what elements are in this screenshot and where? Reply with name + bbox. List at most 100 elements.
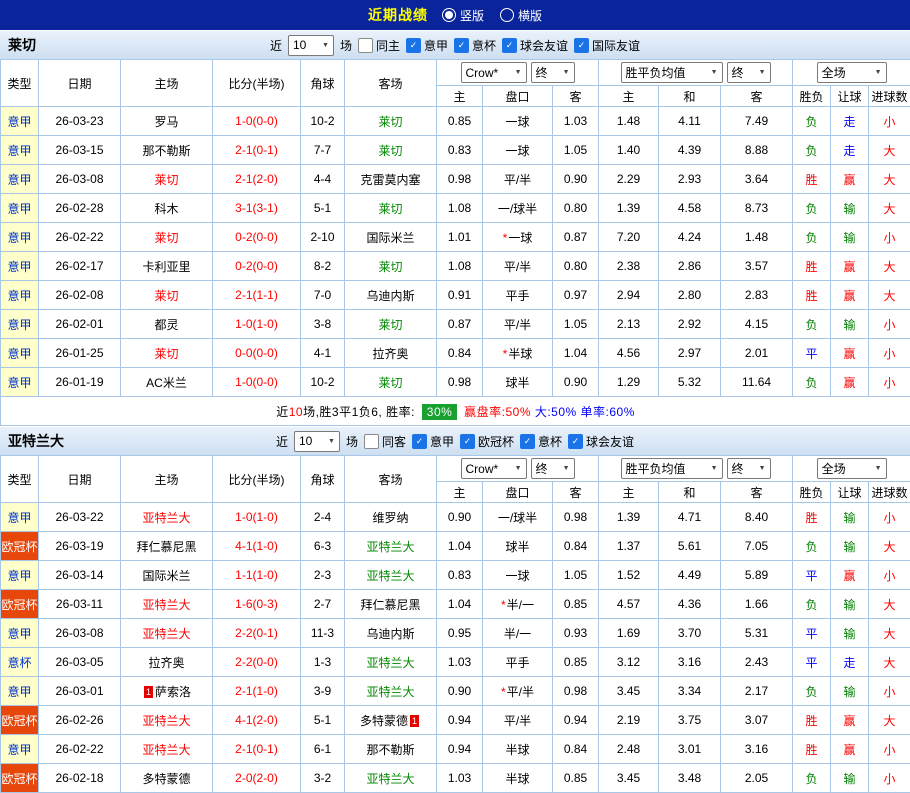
away-team-name: 多特蒙德 bbox=[360, 714, 408, 728]
handicap-name: 半/一 bbox=[504, 627, 531, 641]
checkbox-unchecked-icon[interactable] bbox=[364, 434, 379, 449]
checkbox-checked-icon[interactable]: ✓ bbox=[406, 38, 421, 53]
filter-checkbox[interactable]: 同主 bbox=[358, 37, 400, 54]
europe-draw-odds: 2.80 bbox=[659, 281, 721, 310]
sub-col-header: 进球数 bbox=[869, 86, 910, 107]
away-team-cell: 亚特兰大 bbox=[345, 648, 437, 677]
match-count-select[interactable]: 10▼ bbox=[288, 35, 334, 56]
checkbox-checked-icon[interactable]: ✓ bbox=[502, 38, 517, 53]
handicap-name: 一球 bbox=[505, 115, 529, 129]
asia-away-odds: 0.98 bbox=[553, 677, 599, 706]
filter-checkbox[interactable]: 同客 bbox=[364, 433, 406, 450]
chevron-down-icon: ▼ bbox=[515, 69, 522, 76]
europe-draw-odds: 3.70 bbox=[659, 619, 721, 648]
europe-home-odds: 1.40 bbox=[599, 136, 659, 165]
score-cell: 2-0(2-0) bbox=[213, 764, 301, 793]
match-count-select[interactable]: 10▼ bbox=[294, 431, 340, 452]
handicap-result: 输 bbox=[831, 223, 869, 252]
home-team-name: 亚特兰大 bbox=[142, 511, 190, 525]
chevron-down-icon: ▼ bbox=[563, 465, 570, 472]
checkbox-checked-icon[interactable]: ✓ bbox=[568, 434, 583, 449]
handicap-name: 球半 bbox=[505, 376, 529, 390]
score-cell: 1-0(1-0) bbox=[213, 503, 301, 532]
corners-cell: 8-2 bbox=[301, 252, 345, 281]
match-scope-select[interactable]: 全场▼ bbox=[817, 62, 887, 83]
layout-radio-option[interactable]: 横版 bbox=[500, 7, 542, 24]
match-date: 26-02-08 bbox=[39, 281, 121, 310]
filter-checkbox[interactable]: ✓意甲 bbox=[406, 37, 448, 54]
handicap-cell: 平/半 bbox=[483, 252, 553, 281]
handicap-name: 平手 bbox=[505, 289, 529, 303]
handicap-result: 输 bbox=[831, 619, 869, 648]
handicap-name: 一球 bbox=[505, 569, 529, 583]
filter-checkbox[interactable]: ✓国际友谊 bbox=[574, 37, 640, 54]
col-header: 角球 bbox=[301, 456, 345, 503]
away-team-name: 莱切 bbox=[378, 115, 402, 129]
checkbox-label: 意甲 bbox=[424, 37, 448, 54]
away-team-name: 亚特兰大 bbox=[366, 540, 414, 554]
filter-checkbox[interactable]: ✓球会友谊 bbox=[568, 433, 634, 450]
home-team-cell: 莱切 bbox=[121, 223, 213, 252]
handicap-result: 输 bbox=[831, 532, 869, 561]
away-team-name: 拜仁慕尼黑 bbox=[360, 598, 420, 612]
handicap-name: 平/半 bbox=[504, 318, 531, 332]
checkbox-unchecked-icon[interactable] bbox=[358, 38, 373, 53]
favourite-star: * bbox=[503, 231, 508, 245]
odds-company-select[interactable]: Crow*▼ bbox=[461, 62, 527, 83]
page-title: 近期战绩 bbox=[368, 5, 428, 25]
match-row: 意甲26-02-22莱切0-2(0-0)2-10国际米兰1.01*一球0.877… bbox=[1, 223, 910, 252]
filter-checkbox[interactable]: ✓意杯 bbox=[520, 433, 562, 450]
europe-draw-odds: 4.36 bbox=[659, 590, 721, 619]
europe-away-odds: 2.83 bbox=[721, 281, 793, 310]
handicap-cell: 平/半 bbox=[483, 165, 553, 194]
filter-checkbox[interactable]: ✓欧冠杯 bbox=[460, 433, 514, 450]
match-date: 26-03-05 bbox=[39, 648, 121, 677]
europe-home-odds: 2.13 bbox=[599, 310, 659, 339]
odds-time-select[interactable]: 终▼ bbox=[531, 62, 575, 83]
filter-checkbox[interactable]: ✓球会友谊 bbox=[502, 37, 568, 54]
checkbox-checked-icon[interactable]: ✓ bbox=[460, 434, 475, 449]
col-header: 客场 bbox=[345, 60, 437, 107]
checkbox-checked-icon[interactable]: ✓ bbox=[412, 434, 427, 449]
match-result: 负 bbox=[793, 677, 831, 706]
away-team-cell: 亚特兰大 bbox=[345, 764, 437, 793]
asia-away-odds: 0.93 bbox=[553, 619, 599, 648]
score-cell: 0-2(0-0) bbox=[213, 252, 301, 281]
odds-company-select[interactable]: Crow*▼ bbox=[461, 458, 527, 479]
layout-radio-selected[interactable]: 竖版 bbox=[442, 7, 484, 24]
odds-time-select[interactable]: 终▼ bbox=[531, 458, 575, 479]
europe-draw-odds: 3.34 bbox=[659, 677, 721, 706]
filter-checkbox[interactable]: ✓意甲 bbox=[412, 433, 454, 450]
checkbox-checked-icon[interactable]: ✓ bbox=[574, 38, 589, 53]
match-scope-select[interactable]: 全场▼ bbox=[817, 458, 887, 479]
sub-col-header: 进球数 bbox=[869, 482, 910, 503]
away-team-cell: 维罗纳 bbox=[345, 503, 437, 532]
checkbox-checked-icon[interactable]: ✓ bbox=[454, 38, 469, 53]
europe-away-odds: 3.07 bbox=[721, 706, 793, 735]
match-row: 意甲26-03-011萨索洛2-1(1-0)3-9亚特兰大0.90*平/半0.9… bbox=[1, 677, 910, 706]
europe-odds-group-header: 胜平负均值▼终▼ bbox=[599, 456, 793, 482]
filter-checkbox[interactable]: ✓意杯 bbox=[454, 37, 496, 54]
score-cell: 2-1(1-1) bbox=[213, 281, 301, 310]
europe-odds-select[interactable]: 胜平负均值▼ bbox=[621, 458, 723, 479]
home-team-cell: 科木 bbox=[121, 194, 213, 223]
europe-away-odds: 7.05 bbox=[721, 532, 793, 561]
away-team-name: 国际米兰 bbox=[366, 231, 414, 245]
col-header: 类型 bbox=[1, 60, 39, 107]
results-table: 类型日期主场比分(半场)角球客场Crow*▼终▼胜平负均值▼终▼全场▼主盘口客主… bbox=[0, 59, 910, 426]
home-team-name: 多特蒙德 bbox=[142, 772, 190, 786]
handicap-result: 输 bbox=[831, 310, 869, 339]
checkbox-checked-icon[interactable]: ✓ bbox=[520, 434, 535, 449]
single-rate: 单率:60% bbox=[577, 405, 635, 419]
col-header: 客场 bbox=[345, 456, 437, 503]
home-team-cell: 都灵 bbox=[121, 310, 213, 339]
europe-odds-select[interactable]: 胜平负均值▼ bbox=[621, 62, 723, 83]
league-badge: 欧冠杯 bbox=[1, 590, 39, 619]
favourite-star: * bbox=[503, 347, 508, 361]
europe-time-select[interactable]: 终▼ bbox=[727, 62, 771, 83]
chevron-down-icon: ▼ bbox=[328, 438, 335, 445]
handicap-result: 赢 bbox=[831, 368, 869, 397]
europe-time-select[interactable]: 终▼ bbox=[727, 458, 771, 479]
goals-result: 大 bbox=[869, 590, 910, 619]
match-result: 胜 bbox=[793, 735, 831, 764]
